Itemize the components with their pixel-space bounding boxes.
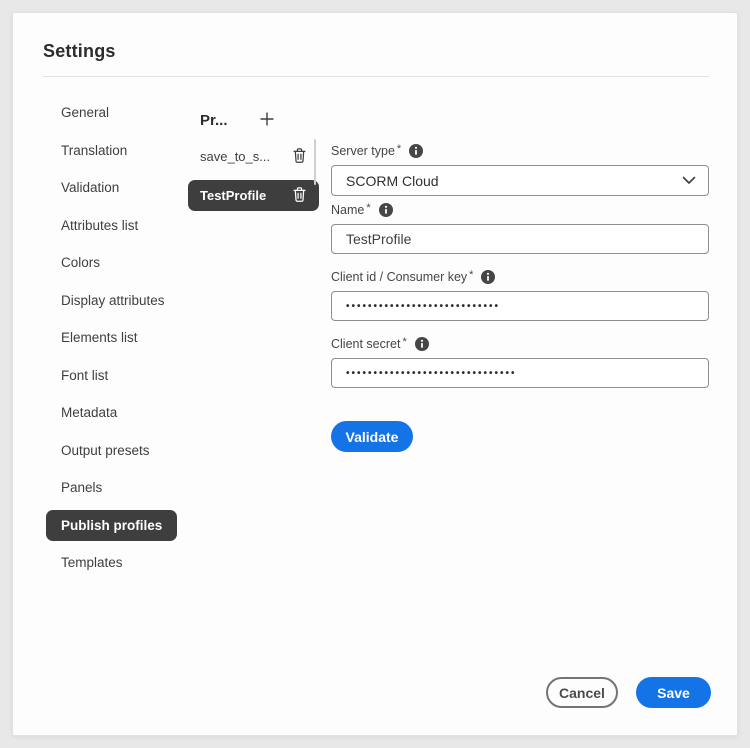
add-profile-button[interactable]: [254, 107, 280, 133]
name-input[interactable]: [331, 224, 709, 254]
info-icon[interactable]: [481, 270, 495, 284]
settings-dialog: Settings General Translation Validation …: [12, 12, 738, 736]
name-label: Name*: [331, 203, 393, 217]
client-id-label: Client id / Consumer key*: [331, 270, 495, 284]
page-title: Settings: [43, 41, 116, 62]
server-type-label: Server type*: [331, 144, 423, 158]
sidebar-item-metadata[interactable]: Metadata: [46, 394, 186, 432]
sidebar-item-general[interactable]: General: [46, 94, 186, 132]
save-button[interactable]: Save: [636, 677, 711, 708]
sidebar-item-publish-profiles[interactable]: Publish profiles: [46, 507, 186, 545]
profiles-header: Pr...: [200, 107, 319, 133]
sidebar-item-validation[interactable]: Validation: [46, 169, 186, 207]
info-icon[interactable]: [379, 203, 393, 217]
server-type-select[interactable]: SCORM Cloud: [331, 165, 709, 196]
delete-profile-button[interactable]: [292, 147, 307, 167]
client-secret-input[interactable]: [331, 358, 709, 388]
chevron-down-icon: [682, 172, 696, 190]
profiles-scrollbar[interactable]: [314, 139, 316, 185]
client-id-input[interactable]: [331, 291, 709, 321]
delete-profile-button[interactable]: [292, 186, 307, 206]
sidebar-item-font-list[interactable]: Font list: [46, 357, 186, 395]
profile-label: save_to_s...: [200, 149, 286, 164]
title-divider: [43, 76, 709, 77]
profile-row-save-to-s[interactable]: save_to_s...: [188, 141, 319, 172]
profiles-list: Pr... save_to_s... TestProfile: [188, 107, 319, 211]
server-type-value: SCORM Cloud: [346, 173, 682, 189]
sidebar-item-elements-list[interactable]: Elements list: [46, 319, 186, 357]
plus-icon: [259, 111, 275, 130]
sidebar-item-colors[interactable]: Colors: [46, 244, 186, 282]
profile-label: TestProfile: [200, 188, 286, 203]
sidebar-item-translation[interactable]: Translation: [46, 132, 186, 170]
sidebar-item-attributes-list[interactable]: Attributes list: [46, 207, 186, 245]
cancel-button[interactable]: Cancel: [546, 677, 618, 708]
info-icon[interactable]: [409, 144, 423, 158]
client-secret-label: Client secret*: [331, 337, 429, 351]
sidebar-item-display-attributes[interactable]: Display attributes: [46, 282, 186, 320]
profiles-header-label: Pr...: [200, 112, 228, 129]
trash-icon: [292, 186, 307, 206]
validate-button[interactable]: Validate: [331, 421, 413, 452]
info-icon[interactable]: [415, 337, 429, 351]
sidebar-item-panels[interactable]: Panels: [46, 469, 186, 507]
sidebar-item-output-presets[interactable]: Output presets: [46, 432, 186, 470]
sidebar-item-templates[interactable]: Templates: [46, 544, 186, 582]
profile-row-testprofile[interactable]: TestProfile: [188, 180, 319, 211]
trash-icon: [292, 147, 307, 167]
settings-sidebar: General Translation Validation Attribute…: [46, 94, 186, 582]
